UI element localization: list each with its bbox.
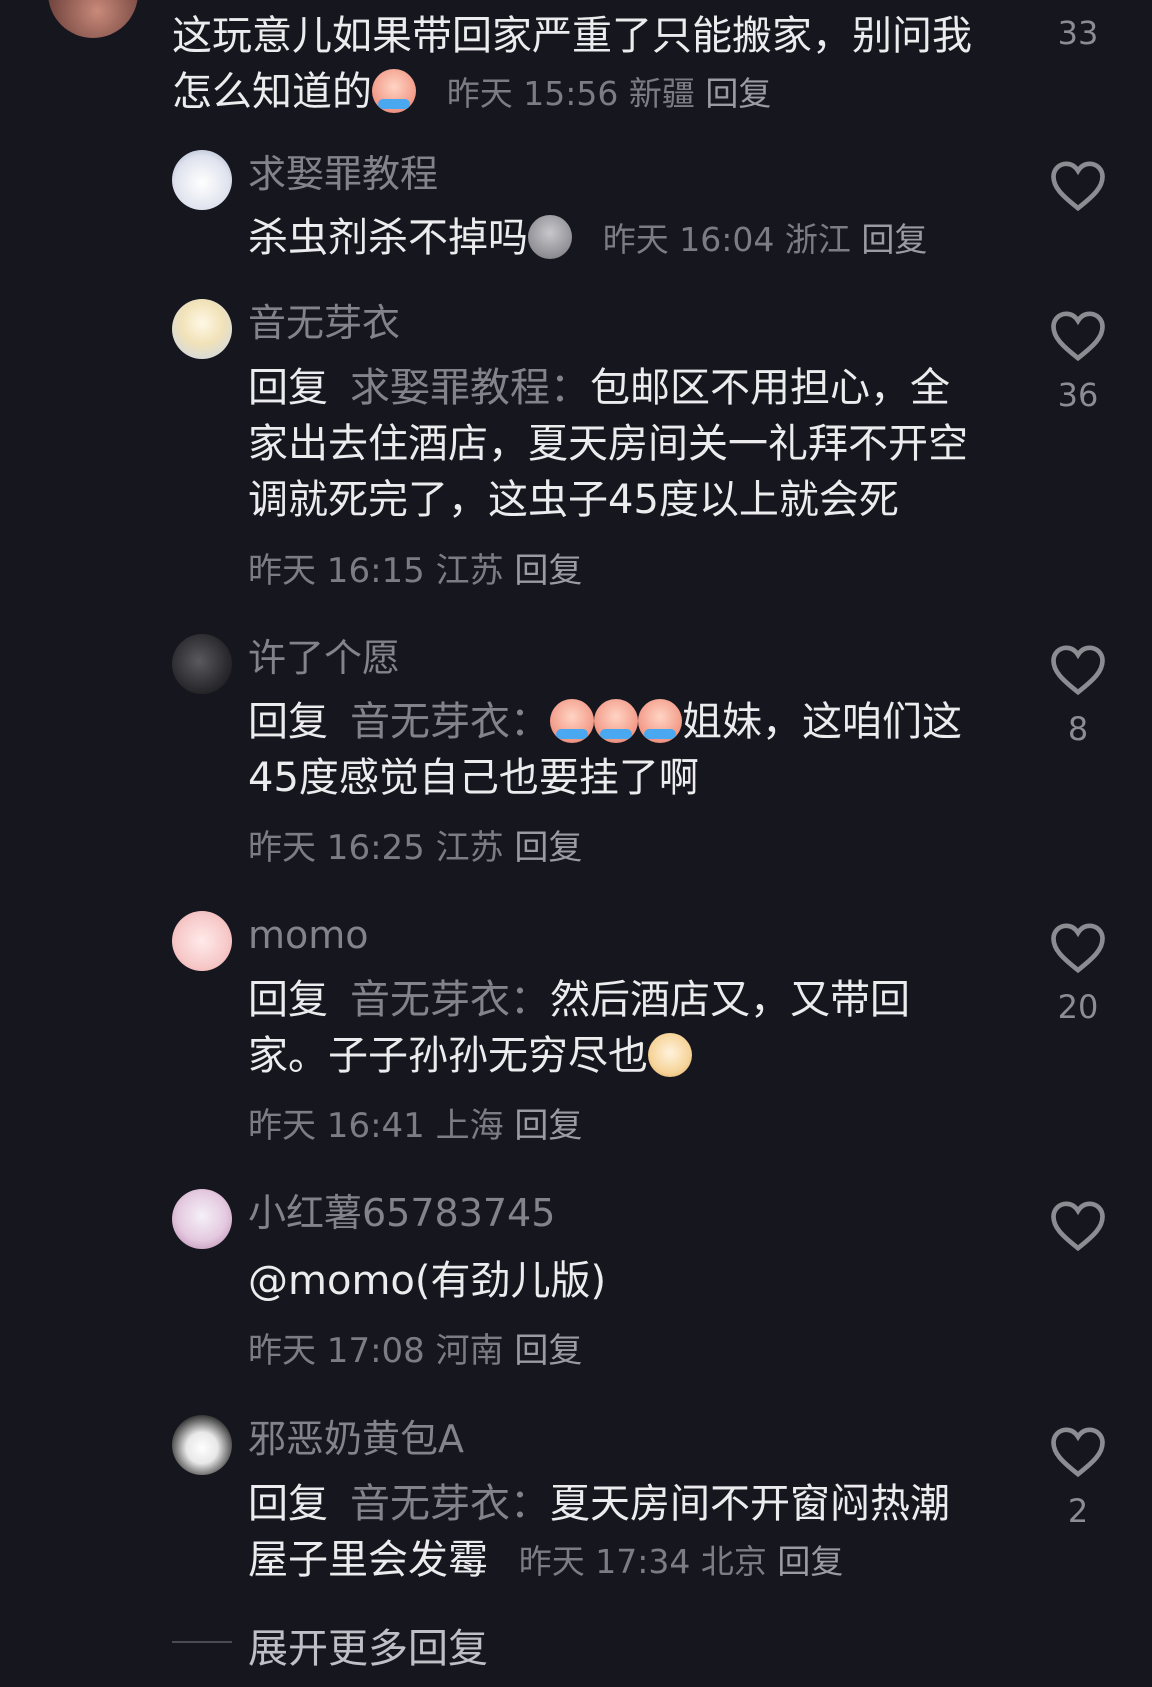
like-heart-icon[interactable] <box>1050 160 1106 212</box>
reply-location: 江苏 <box>435 828 504 868</box>
reply-target-user[interactable]: 音无芽衣： <box>350 1481 550 1527</box>
reply-target-user[interactable]: 音无芽衣： <box>350 977 550 1023</box>
avatar[interactable] <box>172 1415 232 1475</box>
reply-button[interactable]: 回复 <box>514 1331 582 1371</box>
avatar[interactable] <box>172 150 232 210</box>
reply-target-user[interactable]: 音无芽衣： <box>350 699 550 745</box>
reply-location: 河南 <box>435 1331 504 1371</box>
reply-button[interactable]: 回复 <box>514 551 582 591</box>
reply-text: 回复 求娶罪教程：包邮区不用担心，全家出去住酒店，夏天房间关一礼拜不开空调就死完了… <box>248 360 988 528</box>
reply-time: 昨天 16:41 <box>248 1106 425 1146</box>
parent-location: 新疆 <box>628 74 695 113</box>
reply-time: 昨天 17:34 <box>518 1542 691 1581</box>
reply-body: @momo(有劲儿版) <box>248 1258 607 1304</box>
reply-text: @momo(有劲儿版) <box>248 1253 988 1309</box>
dog-emoji-icon <box>648 1033 692 1077</box>
like-heart-icon[interactable] <box>1050 922 1106 974</box>
reply-location: 浙江 <box>784 220 851 259</box>
reply-text: 回复 音无芽衣： 姐妹，这咱们这45度感觉自己也要挂了啊 <box>248 694 988 806</box>
reply-button[interactable]: 回复 <box>514 828 582 868</box>
reply-text: 回复 音无芽衣：然后酒店又，又带回家。子子孙孙无穷尽也 <box>248 972 988 1084</box>
reply-prefix: 回复 <box>248 365 328 411</box>
crying-emoji-icon <box>550 699 594 743</box>
parent-reply-button[interactable]: 回复 <box>705 74 771 113</box>
grey-face-emoji-icon <box>528 215 572 259</box>
reply-button[interactable]: 回复 <box>861 220 927 259</box>
reply-username[interactable]: 许了个愿 <box>248 634 400 682</box>
avatar[interactable] <box>172 911 232 971</box>
reply-meta: 昨天 16:41 上海 回复 <box>248 1098 582 1147</box>
reply-location: 江苏 <box>435 551 504 591</box>
reply-time: 昨天 17:08 <box>248 1331 425 1371</box>
like-count: 36 <box>1057 376 1099 414</box>
parent-time: 昨天 15:56 <box>446 74 619 113</box>
reply-time: 昨天 16:25 <box>248 828 425 868</box>
like-heart-icon[interactable] <box>1050 644 1106 696</box>
expand-divider <box>172 1641 232 1643</box>
reply-username[interactable]: 小红薯65783745 <box>248 1189 555 1237</box>
avatar[interactable] <box>172 634 232 694</box>
crying-emoji-icon <box>372 69 416 113</box>
reply-prefix: 回复 <box>248 977 328 1023</box>
reply-username[interactable]: 音无芽衣 <box>248 299 400 347</box>
reply-location: 上海 <box>435 1106 504 1146</box>
reply-meta: 昨天 17:08 河南 回复 <box>248 1323 582 1372</box>
parent-comment-text: 这玩意儿如果带回家严重了只能搬家，别问我怎么知道的 昨天 15:56 新疆 回复 <box>172 8 1002 122</box>
reply-location: 北京 <box>700 1542 767 1581</box>
reply-meta: 昨天 16:15 江苏 回复 <box>248 543 582 592</box>
reply-meta: 昨天 16:25 江苏 回复 <box>248 820 582 869</box>
reply-prefix: 回复 <box>248 1481 328 1527</box>
expand-more-replies-button[interactable]: 展开更多回复 <box>248 1616 488 1674</box>
like-count: 20 <box>1057 988 1099 1026</box>
crying-emoji-icon <box>638 699 682 743</box>
reply-prefix: 回复 <box>248 699 328 745</box>
reply-username[interactable]: 邪恶奶黄包A <box>248 1415 464 1463</box>
avatar[interactable] <box>172 1189 232 1249</box>
parent-like-count: 33 <box>1057 14 1099 52</box>
reply-body: 然后酒店又，又带回家。子子孙孙无穷尽也 <box>248 977 910 1079</box>
like-count: 2 <box>1067 1492 1089 1530</box>
like-count: 8 <box>1067 710 1089 748</box>
reply-time: 昨天 16:15 <box>248 551 425 591</box>
reply-username[interactable]: momo <box>248 911 369 959</box>
reply-text: 杀虫剂杀不掉吗 昨天 16:04 浙江 回复 <box>248 210 988 268</box>
reply-button[interactable]: 回复 <box>777 1542 843 1581</box>
reply-meta: 昨天 17:34 北京 回复 <box>519 1542 844 1581</box>
parent-avatar[interactable] <box>48 0 138 38</box>
crying-emoji-icon <box>594 699 638 743</box>
reply-text: 回复 音无芽衣：夏天房间不开窗闷热潮屋子里会发霉 昨天 17:34 北京 回复 <box>248 1476 988 1590</box>
reply-button[interactable]: 回复 <box>514 1106 582 1146</box>
parent-comment-meta: 昨天 15:56 新疆 回复 <box>447 74 772 113</box>
like-heart-icon[interactable] <box>1050 310 1106 362</box>
reply-body: 杀虫剂杀不掉吗 <box>248 215 528 261</box>
reply-target-user[interactable]: 求娶罪教程： <box>350 365 590 411</box>
avatar[interactable] <box>172 299 232 359</box>
like-heart-icon[interactable] <box>1050 1426 1106 1478</box>
like-heart-icon[interactable] <box>1050 1200 1106 1252</box>
reply-time: 昨天 16:04 <box>602 220 775 259</box>
reply-meta: 昨天 16:04 浙江 回复 <box>603 220 928 259</box>
reply-username[interactable]: 求娶罪教程 <box>248 150 438 198</box>
